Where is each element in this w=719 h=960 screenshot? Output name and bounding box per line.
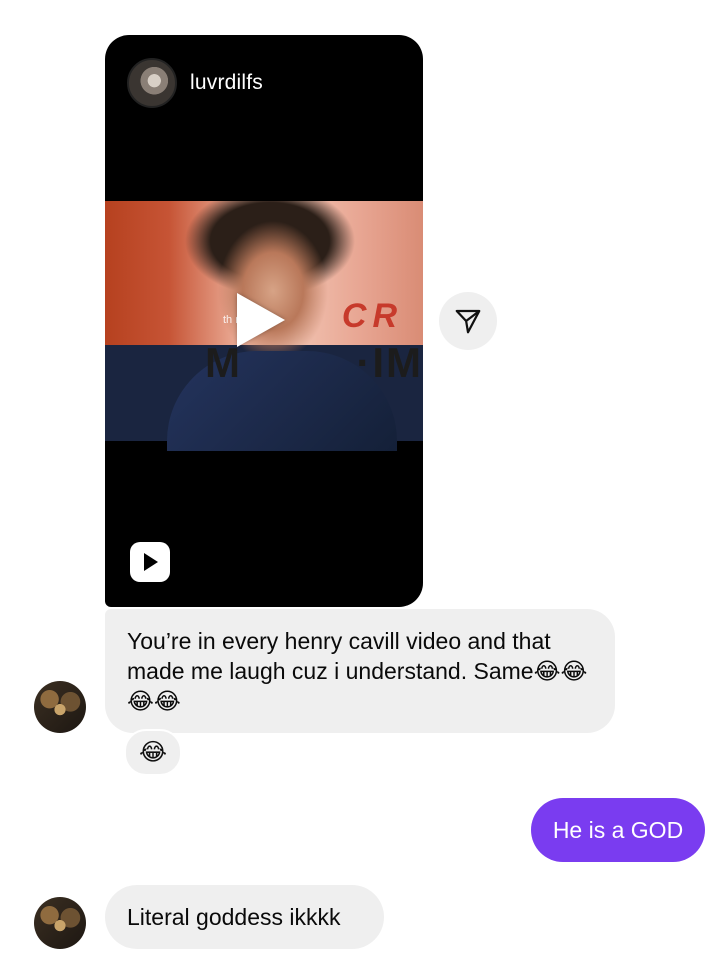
sender-avatar[interactable] [34, 681, 86, 733]
share-button[interactable] [439, 292, 497, 350]
share-icon [455, 309, 481, 334]
shared-reel-card[interactable]: luvrdilfs CR M ·IM th most [105, 35, 423, 607]
message-bubble-incoming[interactable]: You’re in every henry cavill video and t… [105, 609, 615, 733]
sender-avatar[interactable] [34, 897, 86, 949]
message-reaction[interactable]: 😂 [124, 729, 182, 776]
reel-author-avatar[interactable] [127, 58, 177, 108]
thumbnail-sign-text: CR [341, 297, 403, 335]
message-bubble-outgoing[interactable]: He is a GOD [531, 798, 705, 862]
play-icon[interactable] [237, 293, 285, 347]
message-bubble-incoming[interactable]: Literal goddess ikkkk [105, 885, 384, 949]
reel-header[interactable]: luvrdilfs [127, 58, 263, 108]
thumbnail-sign-text: ·IM [356, 339, 423, 386]
thumbnail-sign-text: M [205, 339, 240, 386]
reels-icon [130, 542, 170, 582]
reel-author-username[interactable]: luvrdilfs [190, 71, 263, 95]
